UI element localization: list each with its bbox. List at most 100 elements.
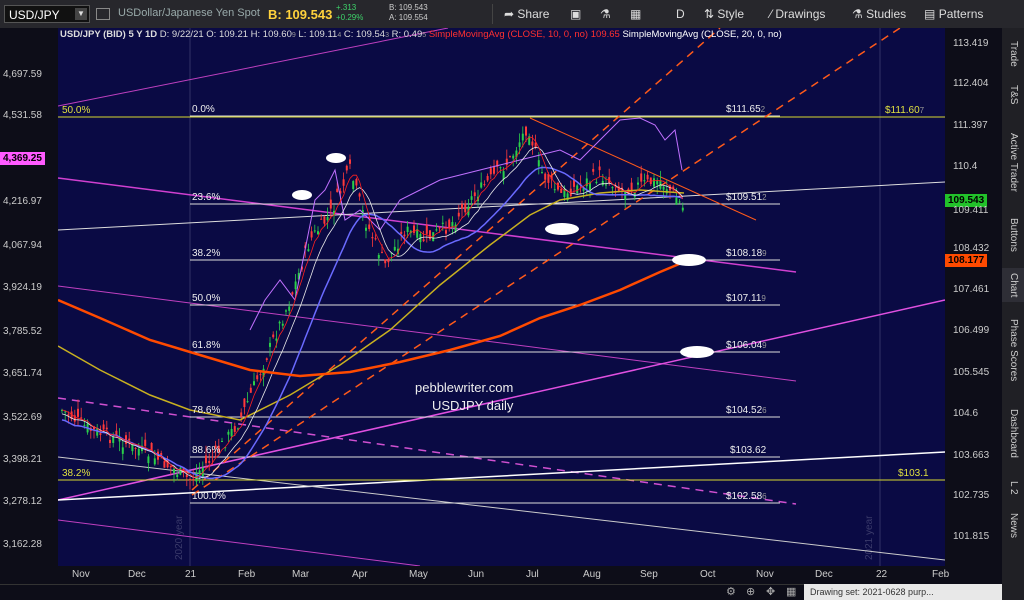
fib-pct-label: 78.6% (192, 405, 220, 416)
divider (492, 4, 493, 24)
ask-small: A: 109.554 (389, 13, 428, 22)
candle-body (185, 474, 188, 478)
candle-body (128, 438, 131, 441)
candle-body (384, 259, 387, 264)
price-candles[interactable] (61, 125, 684, 490)
grid-icon[interactable]: ▦ (786, 584, 802, 600)
left-price-axis: 4,697.59 4,531.58 4,369.25 4,216.97 4,06… (0, 28, 58, 566)
settings-icon[interactable]: ⚙ (726, 584, 742, 600)
candle-body (355, 179, 358, 186)
window-icon[interactable] (96, 8, 110, 20)
left-tick: 3,924.19 (3, 282, 42, 293)
tab-time-sales[interactable]: T&S (1002, 80, 1024, 110)
save-icon: ▣ (570, 7, 582, 21)
x-tick: Dec (815, 569, 833, 580)
candle-body (681, 207, 684, 211)
marker-oval[interactable] (545, 223, 579, 235)
chevron-down-icon[interactable]: ▼ (75, 8, 87, 20)
tab-active-trader[interactable]: Active Trader (1002, 120, 1024, 204)
marker-oval[interactable] (680, 346, 714, 358)
purple-dashed-trendline[interactable] (57, 397, 797, 505)
bid-ask-block: B: 109.543 A: 109.554 (389, 3, 428, 23)
left-tick: 4,067.94 (3, 240, 42, 251)
studies-icon: ⚗ (852, 7, 863, 21)
studies-button[interactable]: ⚗ Studies (848, 4, 910, 24)
flask-button[interactable]: ⚗ (596, 4, 615, 24)
candle-body (560, 188, 563, 193)
tab-dashboard[interactable]: Dashboard (1002, 398, 1024, 468)
purple-trendline[interactable] (57, 519, 421, 567)
right-tick: 111.397 (953, 120, 988, 131)
fib-value-label: $108.189 (726, 248, 767, 259)
header-close: C: 109.543 (343, 29, 389, 40)
drawing-set-status[interactable]: Drawing set: 2021-0628 purp... (804, 584, 1002, 600)
tab-news[interactable]: News (1002, 506, 1024, 546)
orange-trendline[interactable] (529, 117, 757, 221)
orange-channel-line[interactable] (191, 27, 901, 496)
marker-oval[interactable] (292, 190, 312, 200)
left-tick: 3,278.12 (3, 496, 42, 507)
tab-chart[interactable]: Chart (1002, 268, 1024, 302)
candle-body (605, 184, 607, 186)
save-button[interactable]: ▣ (566, 4, 585, 24)
header-date: D: 9/22/21 (159, 29, 204, 40)
candle-body (272, 334, 275, 338)
orange-channel-line[interactable] (191, 27, 721, 491)
change-percent: +0.29% (336, 13, 364, 22)
sma-50-line[interactable] (61, 166, 684, 480)
sma-200-line[interactable] (57, 260, 685, 378)
tab-trade[interactable]: Trade (1002, 36, 1024, 72)
candle-body (365, 227, 367, 231)
fib-pct-label: 50.0% (192, 293, 220, 304)
header-sma1[interactable]: SimpleMovingAvg (CLOSE, 10, 0, no) (429, 29, 588, 40)
tab-buttons[interactable]: Buttons (1002, 210, 1024, 260)
candle-body (313, 230, 316, 232)
marker-oval[interactable] (326, 153, 346, 163)
zoom-icon[interactable]: ⊕ (746, 584, 762, 600)
period-button[interactable]: D (672, 4, 689, 24)
x-tick: Jun (468, 569, 485, 580)
candle-body (342, 179, 345, 186)
pan-icon[interactable]: ✥ (766, 584, 782, 600)
purple-trendline[interactable] (57, 285, 797, 382)
share-button[interactable]: ➦ Share (500, 4, 553, 24)
candle-body (585, 178, 588, 187)
purple-indicator-line[interactable] (249, 117, 683, 331)
fib-value-label: $104.526 (726, 405, 767, 416)
candle-body (592, 168, 595, 172)
sma-price-tag: 108.177 (945, 254, 988, 267)
fib-retracement[interactable] (190, 115, 780, 504)
candle-body (230, 429, 233, 437)
candle-body (259, 374, 262, 376)
symbol-input[interactable]: USD/JPY ▼ (4, 5, 90, 23)
candle-body (480, 182, 483, 188)
candle-body (656, 180, 659, 185)
candle-body (329, 199, 332, 209)
candle-body (483, 184, 486, 186)
chart-area[interactable]: 2020 year 2021 year 0.0% 23.6% 38.2% 50.… (57, 27, 946, 567)
marker-oval[interactable] (672, 254, 706, 266)
change-value: +.313 (336, 3, 357, 12)
tab-phase-scores[interactable]: Phase Scores (1002, 310, 1024, 390)
white-trendline[interactable] (57, 181, 946, 231)
patterns-button[interactable]: ▤ Patterns (920, 4, 987, 24)
candle-body (310, 231, 313, 238)
candle-body (189, 478, 191, 481)
fib-value-label: $106.049 (726, 340, 767, 351)
left-tick: 3,522.69 (3, 412, 42, 423)
candle-body (422, 239, 425, 242)
drawings-button[interactable]: ⁄ Drawings (766, 4, 829, 24)
candle-body (518, 142, 521, 147)
fib-left-label: 38.2% (62, 468, 90, 479)
candle-body (598, 166, 601, 171)
tab-level2[interactable]: L 2 (1002, 476, 1024, 500)
year-label: 2021 year (864, 515, 875, 560)
grid-button[interactable]: ▦ (626, 4, 645, 24)
candle-body (323, 216, 326, 224)
style-button[interactable]: ⇅ Style (700, 4, 748, 24)
symbol-text: USD/JPY (9, 8, 60, 22)
candle-body (249, 387, 252, 393)
header-sma2[interactable]: SimpleMovingAvg (CLOSE, 20, 0, no) (622, 29, 781, 40)
right-tick: 102.735 (953, 490, 990, 501)
chart-svg[interactable]: 2020 year 2021 year 0.0% 23.6% 38.2% 50.… (57, 27, 946, 567)
